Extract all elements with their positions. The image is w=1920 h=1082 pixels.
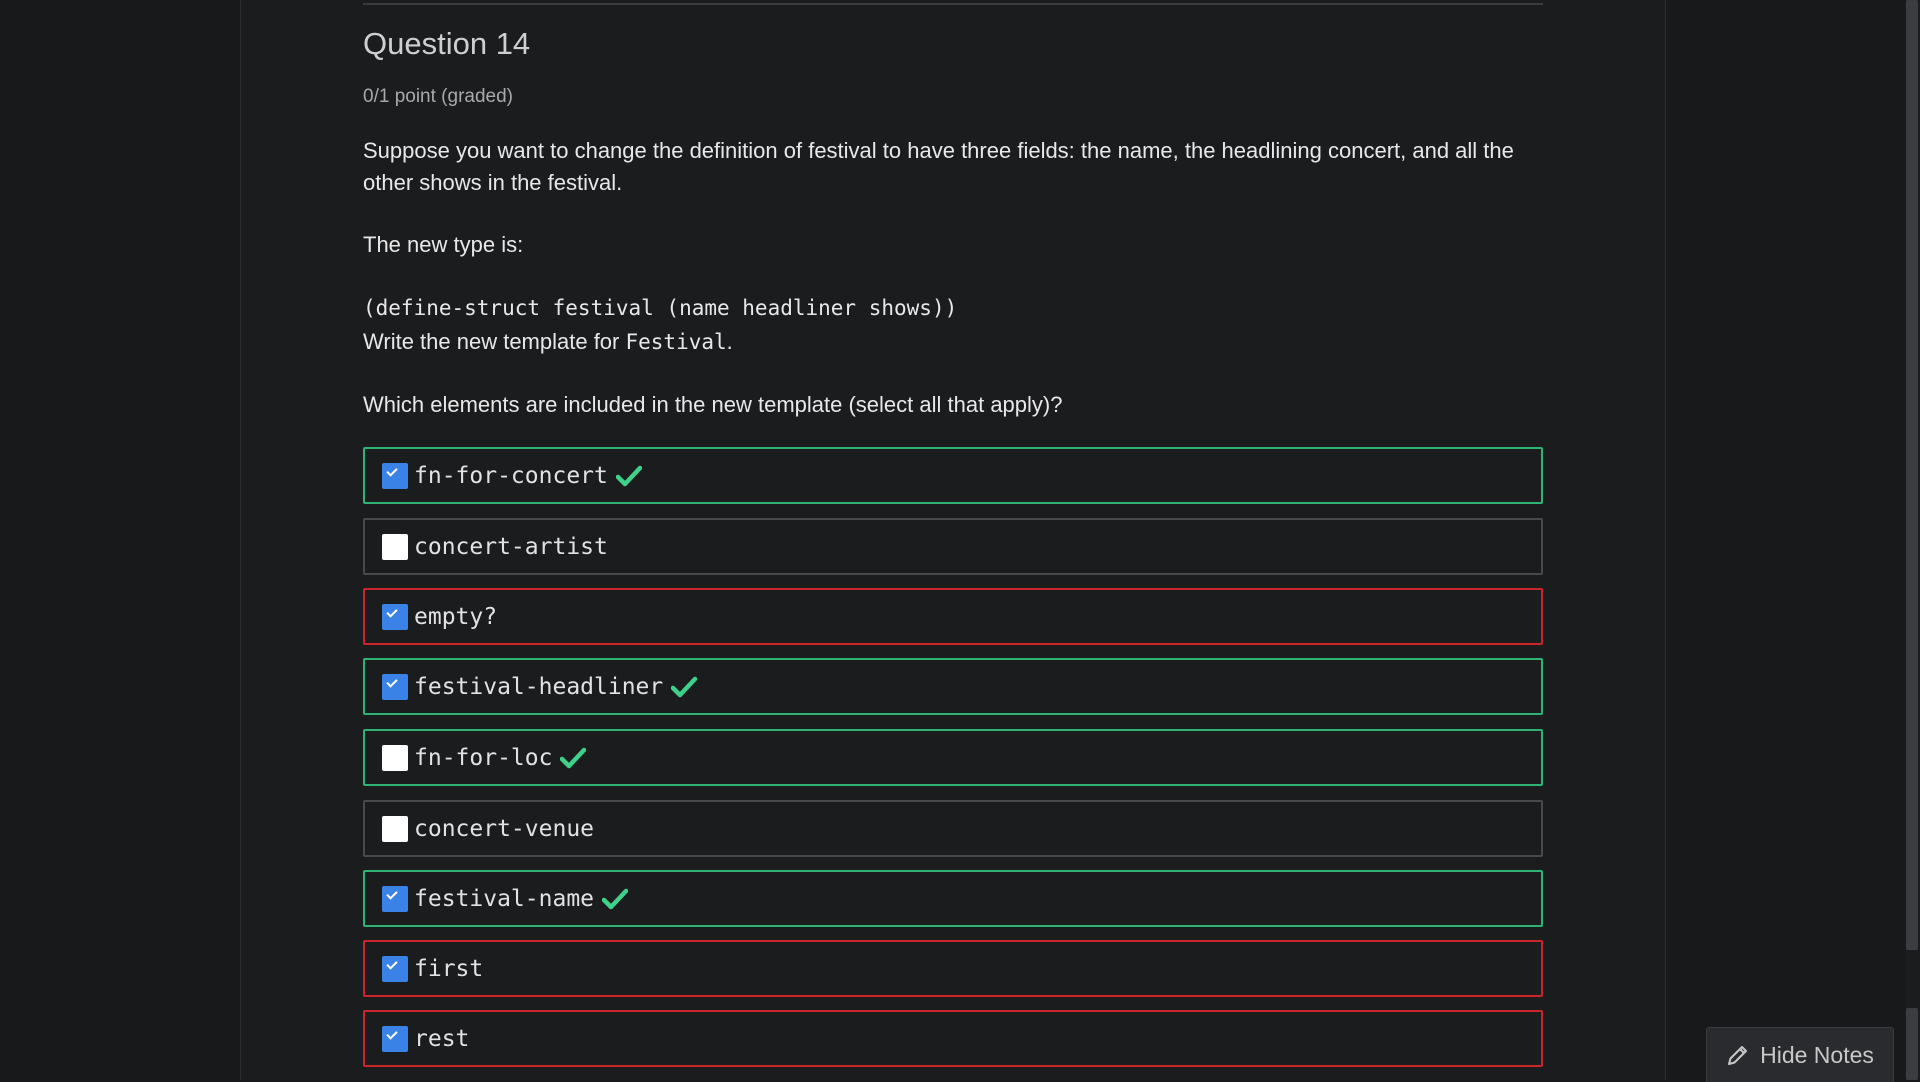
checkbox-unchecked[interactable] [382, 533, 408, 560]
scrollbar-thumb[interactable] [1906, 0, 1918, 950]
checkbox-checked[interactable] [382, 673, 408, 700]
option-festival-name[interactable]: festival-name [363, 870, 1543, 927]
template-instruction-prefix: Write the new template for [363, 329, 626, 354]
festival-code: Festival [625, 330, 727, 354]
define-struct-code: (define-struct festival (name headliner … [363, 296, 958, 320]
checkbox-unchecked[interactable] [382, 815, 408, 842]
question-title: Question 14 [363, 26, 531, 61]
option-label: fn-for-loc [414, 744, 553, 771]
option-concert-artist[interactable]: concert-artist [363, 518, 1543, 575]
question-points: 0/1 point (graded) [363, 86, 513, 107]
code-definition: (define-struct festival (name headliner … [363, 292, 1543, 324]
hide-notes-button[interactable]: Hide Notes [1706, 1027, 1894, 1082]
option-label: concert-artist [414, 533, 608, 560]
option-fn-for-concert[interactable]: fn-for-concert [363, 447, 1543, 504]
option-label: fn-for-concert [414, 462, 608, 489]
checkbox-checked[interactable] [382, 885, 408, 912]
option-label: first [414, 955, 484, 982]
option-empty[interactable]: empty? [363, 588, 1543, 645]
option-label: concert-venue [414, 815, 595, 842]
correct-check-icon [602, 888, 629, 909]
option-rest[interactable]: rest [363, 1010, 1543, 1067]
course-content-column: Question 14 0/1 point (graded) Suppose y… [240, 0, 1666, 1080]
hide-notes-label: Hide Notes [1760, 1041, 1874, 1068]
question-text: Suppose you want to change the definitio… [363, 138, 1514, 195]
option-label: empty? [414, 603, 498, 630]
scrollbar-thumb-lower[interactable] [1906, 1008, 1918, 1080]
template-instruction-suffix: . [726, 329, 733, 354]
option-label: rest [414, 1025, 470, 1052]
correct-check-icon [615, 465, 642, 486]
checkbox-unchecked[interactable] [382, 744, 408, 771]
option-concert-venue[interactable]: concert-venue [363, 800, 1543, 857]
pencil-icon [1728, 1046, 1748, 1065]
option-label: festival-headliner [414, 673, 664, 700]
section-divider [363, 3, 1543, 5]
option-festival-headliner[interactable]: festival-headliner [363, 658, 1543, 715]
new-type-text: The new type is: [363, 232, 524, 257]
option-label: festival-name [414, 885, 595, 912]
correct-check-icon [671, 676, 698, 697]
option-first[interactable]: first [363, 940, 1543, 997]
checkbox-checked[interactable] [382, 955, 408, 982]
correct-check-icon [560, 747, 587, 768]
checkbox-checked[interactable] [382, 603, 408, 630]
checkbox-checked[interactable] [382, 462, 408, 489]
option-fn-for-loc[interactable]: fn-for-loc [363, 729, 1543, 786]
select-prompt: Which elements are included in the new t… [363, 392, 1063, 417]
template-instruction: Write the new template for Festival. [363, 326, 1543, 358]
checkbox-checked[interactable] [382, 1025, 408, 1052]
